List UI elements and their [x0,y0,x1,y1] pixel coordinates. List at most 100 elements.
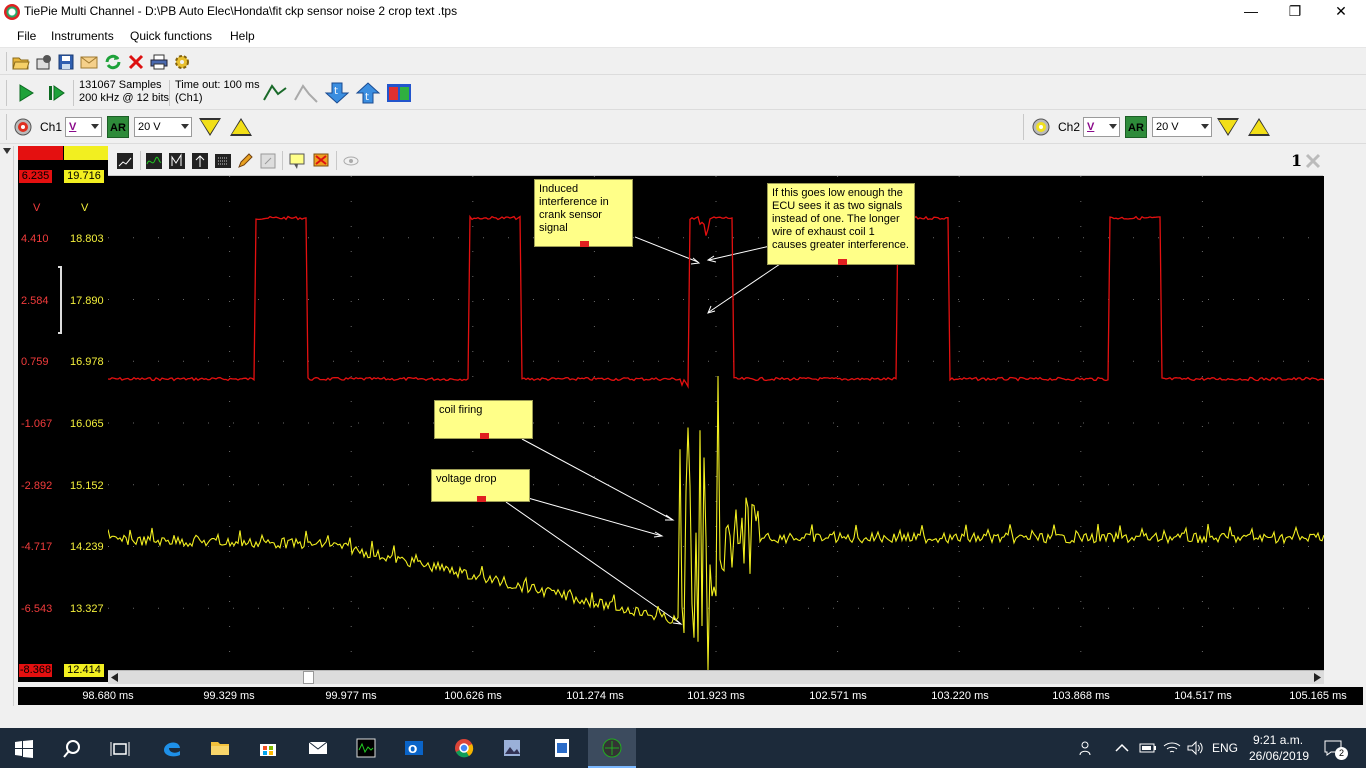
sample-rate-label[interactable]: 200 kHz @ 12 bits [79,92,169,104]
windows-start-icon[interactable] [15,740,33,758]
zoom-fit-icon[interactable] [116,152,134,170]
ch1-axis-min[interactable]: -8.368 [19,664,52,677]
search-icon[interactable] [62,739,82,759]
note-interference[interactable]: Induced interference in crank sensor sig… [534,179,633,247]
minimize-button[interactable]: — [1228,0,1274,24]
ch2-range-down-icon[interactable] [1217,118,1239,136]
scroll-thumb[interactable] [303,671,314,684]
resize-icon[interactable] [259,152,277,170]
delete-icon[interactable] [127,53,145,71]
clock-date[interactable]: 26/06/2019 [1249,749,1309,763]
color-layout-icon[interactable] [386,83,412,103]
ch2-range-up-icon[interactable] [1248,118,1270,136]
acquisition-toolbar: 131067 Samples 200 kHz @ 12 bits Time ou… [0,76,1366,110]
email-icon[interactable] [80,53,98,71]
ch2-tick-label: 14.239 [70,541,104,553]
single-measurement-icon[interactable] [46,83,66,103]
ch1-range-up-icon[interactable] [230,118,252,136]
menu-instruments[interactable]: Instruments [51,29,114,43]
side-collapse-strip[interactable] [0,146,14,706]
refresh-icon[interactable] [104,53,122,71]
chevron-up-icon[interactable] [1115,742,1129,754]
note-anchor-marker[interactable] [477,496,486,502]
close-button[interactable]: ✕ [1318,0,1364,24]
taskbar-explorer[interactable] [196,728,244,768]
taskbar-document[interactable] [538,728,586,768]
ch1-autorange-button[interactable]: AR [107,116,129,138]
ch1-enable-icon[interactable] [13,117,33,137]
ch2-axis-color-bar[interactable] [64,146,108,160]
xy-mode-icon[interactable] [168,152,186,170]
menu-help[interactable]: Help [230,29,255,43]
svg-text:t: t [365,92,369,103]
yt-mode-icon[interactable] [145,152,163,170]
wifi-icon[interactable] [1163,740,1181,756]
open-setup-icon[interactable] [35,53,53,71]
falling-slope-icon[interactable] [293,82,319,104]
ch2-coupling-select[interactable]: V [1083,117,1120,137]
close-graph-icon[interactable] [1304,152,1322,170]
battery-icon[interactable] [1139,741,1157,755]
taskbar-image-viewer[interactable] [488,728,536,768]
ch2-axis-min[interactable]: 12.414 [64,664,104,677]
open-folder-icon[interactable] [12,53,30,71]
taskbar-active-app[interactable] [588,728,636,768]
clock-time[interactable]: 9:21 a.m. [1253,733,1303,747]
note-anchor-marker[interactable] [838,259,847,265]
pencil-icon[interactable] [236,152,254,170]
taskbar-outlook[interactable]: O [390,728,438,768]
rising-slope-icon[interactable] [262,82,288,104]
print-icon[interactable] [150,53,168,71]
ch2-enable-icon[interactable] [1031,117,1051,137]
settings-gear-icon[interactable] [173,53,191,71]
time-tick-label: 103.220 ms [931,690,989,702]
collapse-arrow-icon[interactable] [3,148,11,156]
scroll-left-icon[interactable] [111,673,119,682]
taskbar-store[interactable] [244,728,292,768]
taskbar-chrome[interactable] [440,728,488,768]
add-note-icon[interactable] [288,152,306,170]
scroll-right-icon[interactable] [1313,673,1321,682]
timeout-label[interactable]: Time out: 100 ms [175,79,260,91]
delete-note-icon[interactable] [312,152,330,170]
graph-number: 1 [1291,151,1303,170]
note-coil-firing[interactable]: coil firing [434,400,533,439]
ch2-axis-max[interactable]: 19.716 [64,170,104,183]
menu-file[interactable]: File [17,29,36,43]
task-view-icon[interactable] [110,739,130,759]
people-icon[interactable] [1079,740,1095,756]
note-anchor-marker[interactable] [580,241,589,247]
ch1-range-select[interactable]: 20 V [134,117,192,137]
ch2-range-select[interactable]: 20 V [1152,117,1212,137]
ch1-range-down-icon[interactable] [199,118,221,136]
ch1-tick-label: 0.759 [21,356,49,368]
language-indicator[interactable]: ENG [1212,741,1238,755]
horizontal-scrollbar[interactable] [108,670,1324,684]
cursor-mode-icon[interactable] [191,152,209,170]
volume-icon[interactable] [1186,740,1204,756]
start-measurement-icon[interactable] [16,83,36,103]
grid-icon[interactable] [214,152,232,170]
range-bracket[interactable] [58,266,62,334]
samples-label[interactable]: 131067 Samples [79,79,162,91]
ch2-tick-label: 16.065 [70,418,104,430]
note-voltage-drop[interactable]: voltage drop [431,469,530,502]
taskbar-edge[interactable] [148,728,196,768]
trigger-down-icon[interactable]: t [324,81,350,105]
menu-quick-functions[interactable]: Quick functions [130,29,212,43]
ch1-coupling-select[interactable]: V [65,117,102,137]
image-viewer-icon [504,740,520,756]
trigger-up-icon[interactable]: t [355,81,381,105]
oscilloscope-plot[interactable]: Induced interference in crank sensor sig… [108,176,1324,670]
taskbar-tiepie-app[interactable] [342,728,390,768]
ch1-axis-color-bar[interactable] [18,146,63,160]
eye-icon[interactable] [342,152,360,170]
note-anchor-marker[interactable] [480,433,489,439]
maximize-button[interactable]: ❐ [1272,0,1318,24]
save-icon[interactable] [57,53,75,71]
ch2-autorange-button[interactable]: AR [1125,116,1147,138]
ch1-axis-max[interactable]: 6.235 [19,170,52,183]
trigger-channel-label[interactable]: (Ch1) [175,92,203,104]
taskbar-mail[interactable] [294,728,342,768]
note-ecu[interactable]: If this goes low enough the ECU sees it … [767,183,915,265]
